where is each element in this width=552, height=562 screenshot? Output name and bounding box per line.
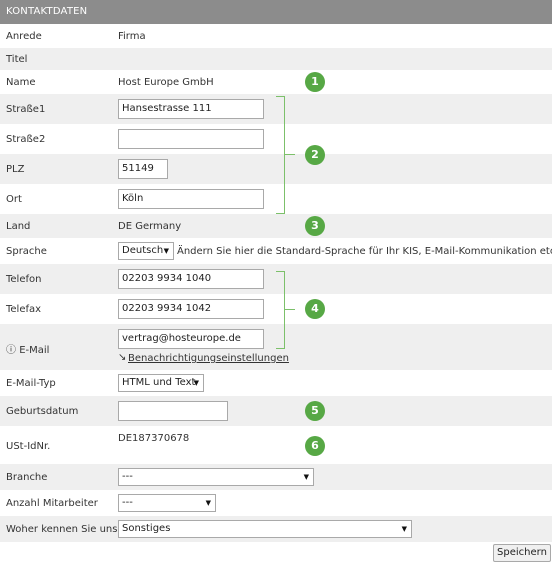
badge-3: 3 [305,216,325,236]
row-geburtsdatum: Geburtsdatum [0,396,552,426]
plz-label: PLZ [6,164,25,175]
sprache-hint: Ändern Sie hier die Standard-Sprache für… [177,246,552,257]
email-label-wrap: ⓘ E-Mail [6,341,49,356]
plz-input[interactable]: 51149 [118,159,168,179]
badge-6: 6 [305,436,325,456]
sprache-select-value: Deutsch [122,245,164,256]
row-anrede: Anrede Firma [0,24,552,48]
emailtyp-select[interactable]: HTML und Text ▼ [118,374,204,392]
ort-label: Ort [6,194,22,205]
row-name: Name Host Europe GmbH [0,70,552,94]
row-mitarbeiter: Anzahl Mitarbeiter --- ▼ [0,490,552,516]
woher-select-value: Sonstiges [122,523,171,534]
strasse1-input[interactable]: Hansestrasse 111 [118,99,264,119]
geburtsdatum-input[interactable] [118,401,228,421]
name-value: Host Europe GmbH [118,77,214,88]
bracket-address [276,96,285,214]
strasse2-label: Straße2 [6,134,46,145]
ort-input[interactable]: Köln [118,189,264,209]
strasse2-input[interactable] [118,129,264,149]
save-button[interactable]: Speichern [493,544,551,562]
email-label: E-Mail [19,345,50,356]
mitarbeiter-select[interactable]: --- ▼ [118,494,216,512]
chevron-down-icon: ▼ [303,473,309,481]
chevron-down-icon: ▼ [401,525,407,533]
mitarbeiter-select-value: --- [122,497,133,508]
telefax-label: Telefax [6,304,42,315]
row-titel: Titel [0,48,552,70]
sprache-select[interactable]: Deutsch ▼ [118,242,174,260]
strasse1-label: Straße1 [6,104,46,115]
notification-settings-link[interactable]: Benachrichtigungseinstellungen [128,353,289,364]
bracket-tick [285,309,295,310]
row-emailtyp: E-Mail-Typ HTML und Text ▼ [0,370,552,396]
telefon-input[interactable]: 02203 9934 1040 [118,269,264,289]
row-ustid: USt-IdNr. DE187370678 [0,426,552,464]
badge-5: 5 [305,401,325,421]
badge-4: 4 [305,299,325,319]
mitarbeiter-label: Anzahl Mitarbeiter [6,498,98,509]
badge-1: 1 [305,72,325,92]
arrow-return-icon: ↘ [118,352,127,363]
telefon-label: Telefon [6,274,42,285]
bracket-tick [285,154,295,155]
row-branche: Branche --- ▼ [0,464,552,490]
ustid-value: DE187370678 [118,433,190,444]
emailtyp-select-value: HTML und Text [122,377,196,388]
emailtyp-label: E-Mail-Typ [6,378,56,389]
section-header: KONTAKTDATEN [0,0,552,24]
sprache-label: Sprache [6,246,47,257]
chevron-down-icon: ▼ [163,247,169,255]
row-land: Land DE Germany [0,214,552,238]
info-icon[interactable]: ⓘ [6,345,16,356]
bracket-contact [276,271,285,349]
titel-label: Titel [6,54,28,65]
land-label: Land [6,221,31,232]
branche-select[interactable]: --- ▼ [118,468,314,486]
name-label: Name [6,77,36,88]
badge-2: 2 [305,145,325,165]
anrede-label: Anrede [6,31,42,42]
woher-select[interactable]: Sonstiges ▼ [118,520,412,538]
land-value: DE Germany [118,221,182,232]
ustid-label: USt-IdNr. [6,441,51,452]
woher-label: Woher kennen Sie uns? [6,524,123,535]
row-woher: Woher kennen Sie uns? Sonstiges ▼ [0,516,552,542]
branche-select-value: --- [122,471,133,482]
geburtsdatum-label: Geburtsdatum [6,406,79,417]
chevron-down-icon: ▼ [193,379,199,387]
email-input[interactable]: vertrag@hosteurope.de [118,329,264,349]
anrede-value: Firma [118,31,146,42]
telefax-input[interactable]: 02203 9934 1042 [118,299,264,319]
row-sprache: Sprache Deutsch ▼ Ändern Sie hier die St… [0,238,552,264]
branche-label: Branche [6,472,48,483]
chevron-down-icon: ▼ [205,499,211,507]
